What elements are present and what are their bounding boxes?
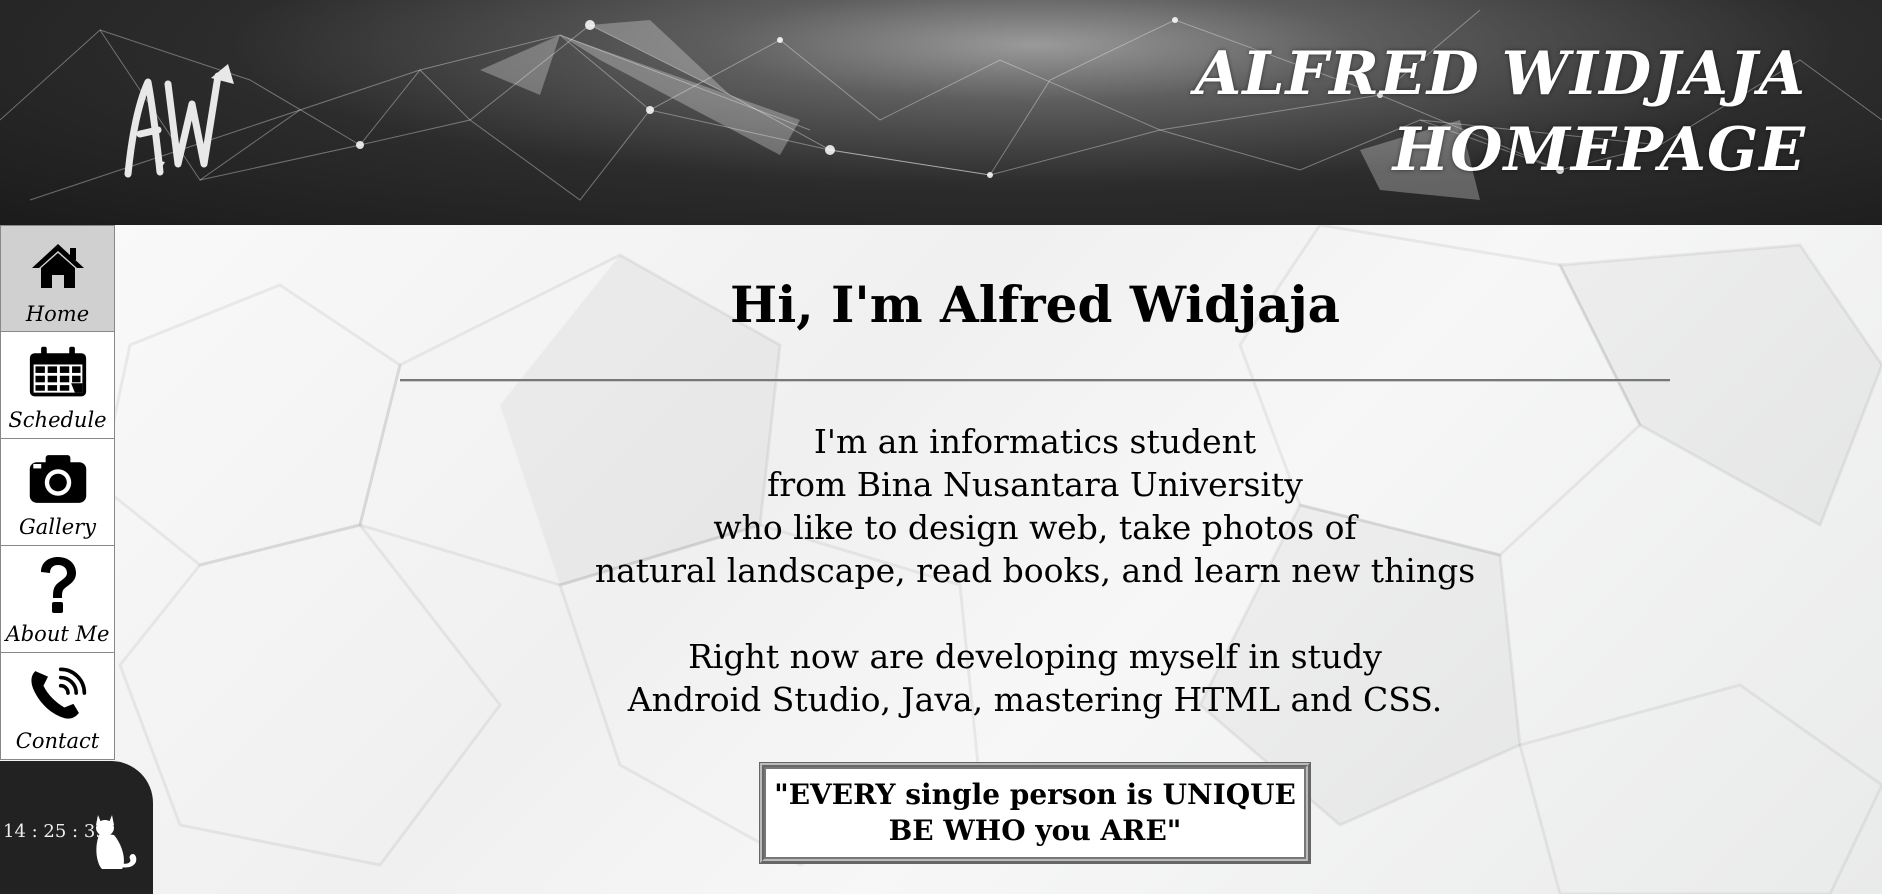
bio-text: I'm an informatics student from Bina Nus… xyxy=(400,420,1670,721)
sidebar-item-about-me[interactable]: About Me xyxy=(0,546,115,653)
phone-icon xyxy=(28,663,88,723)
bio-line: I'm an informatics student xyxy=(813,422,1257,461)
home-icon xyxy=(28,236,88,296)
main-content: Hi, I'm Alfred Widjaja I'm an informatic… xyxy=(400,225,1670,864)
site-title-line-1: ALFRED WIDJAJA xyxy=(1194,39,1806,109)
site-title-line-2: HOMEPAGE xyxy=(1392,115,1806,185)
sidebar-item-label: About Me xyxy=(5,622,110,646)
bio-line: natural landscape, read books, and learn… xyxy=(594,551,1476,590)
sidebar-item-label: Home xyxy=(25,302,90,326)
quote-line: "EVERY single person is UNIQUE xyxy=(774,778,1296,811)
divider xyxy=(400,379,1670,382)
sidebar-item-label: Schedule xyxy=(8,408,107,432)
calendar-icon xyxy=(28,342,88,402)
quote-line: BE WHO you ARE" xyxy=(888,814,1182,847)
bio-line: who like to design web, take photos of xyxy=(713,508,1357,547)
sidebar-nav: Home Schedule Gallery About Me Contact xyxy=(0,225,115,760)
sidebar-item-schedule[interactable]: Schedule xyxy=(0,332,115,439)
sidebar-item-label: Contact xyxy=(15,729,100,753)
site-header: ALFRED WIDJAJA HOMEPAGE xyxy=(0,0,1882,225)
study-line: Right now are developing myself in study xyxy=(688,637,1382,676)
quote-box: "EVERY single person is UNIQUE BE WHO yo… xyxy=(759,762,1311,864)
page: ALFRED WIDJAJA HOMEPAGE Home Schedule Ga… xyxy=(0,0,1882,894)
site-title: ALFRED WIDJAJA HOMEPAGE xyxy=(1195,36,1806,188)
study-line: Android Studio, Java, mastering HTML and… xyxy=(627,680,1443,719)
sidebar-item-label: Gallery xyxy=(18,515,97,539)
sidebar-item-gallery[interactable]: Gallery xyxy=(0,439,115,546)
clock-widget: 14 : 25 : 39 xyxy=(0,761,153,894)
sidebar-item-contact[interactable]: Contact xyxy=(0,653,115,760)
cat-icon xyxy=(96,815,137,869)
question-mark-icon xyxy=(28,556,88,616)
page-title: Hi, I'm Alfred Widjaja xyxy=(729,275,1341,334)
bio-line: from Bina Nusantara University xyxy=(767,465,1303,504)
aw-monogram-logo[interactable] xyxy=(118,64,238,180)
sidebar-item-home[interactable]: Home xyxy=(0,225,115,332)
camera-icon xyxy=(28,449,88,509)
